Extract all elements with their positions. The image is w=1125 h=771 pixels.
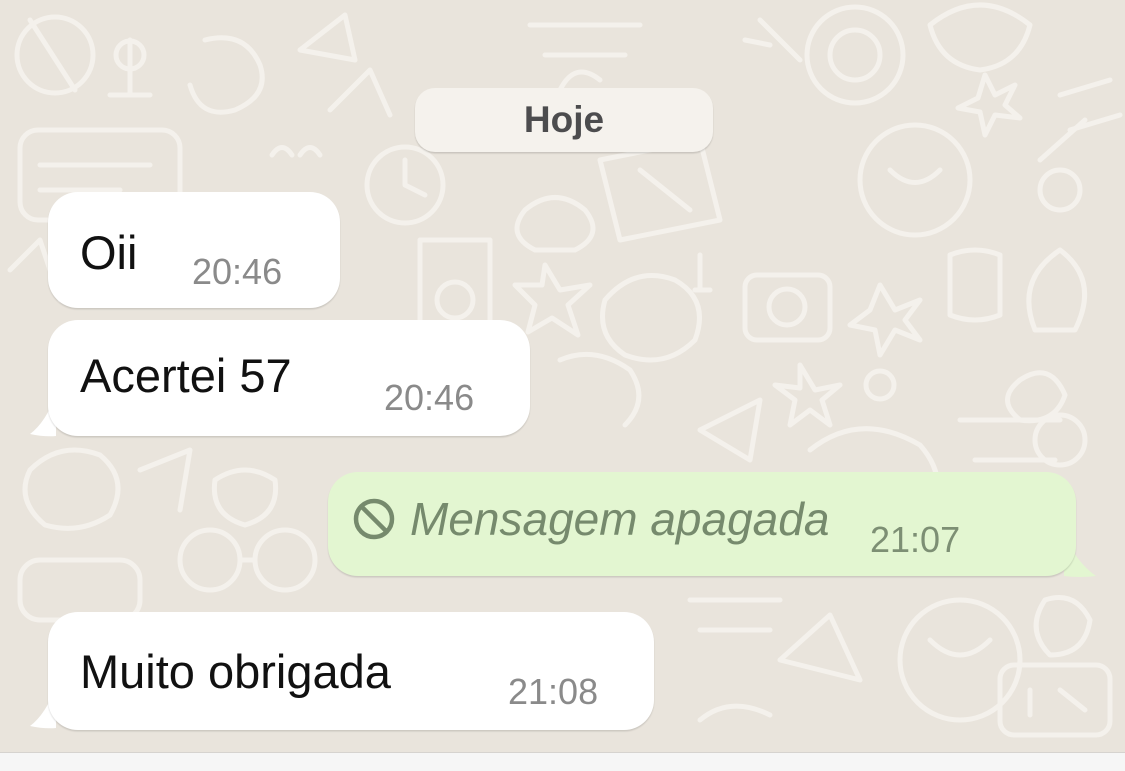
message-text: Muito obrigada xyxy=(80,645,391,698)
deleted-message-text: Mensagem apagada xyxy=(410,493,830,545)
message-text: Acertei 57 xyxy=(80,349,292,402)
message-bubble-outgoing-deleted[interactable]: Mensagem apagada 21:07 xyxy=(328,472,1076,576)
date-label: Hoje xyxy=(523,99,605,140)
bottom-bar xyxy=(0,752,1125,771)
blocked-icon xyxy=(353,498,395,540)
message-timestamp: 21:07 xyxy=(870,519,961,560)
message-timestamp: 20:46 xyxy=(384,377,475,418)
message-timestamp: 20:46 xyxy=(192,251,283,292)
message-text: Oii xyxy=(80,226,138,279)
message-bubble-incoming[interactable]: Oii 20:46 xyxy=(48,192,340,308)
date-separator: Hoje xyxy=(415,88,713,152)
message-bubble-incoming[interactable]: Acertei 57 20:46 xyxy=(48,320,530,436)
message-bubble-incoming[interactable]: Muito obrigada 21:08 xyxy=(48,612,654,730)
message-timestamp: 21:08 xyxy=(508,671,599,712)
